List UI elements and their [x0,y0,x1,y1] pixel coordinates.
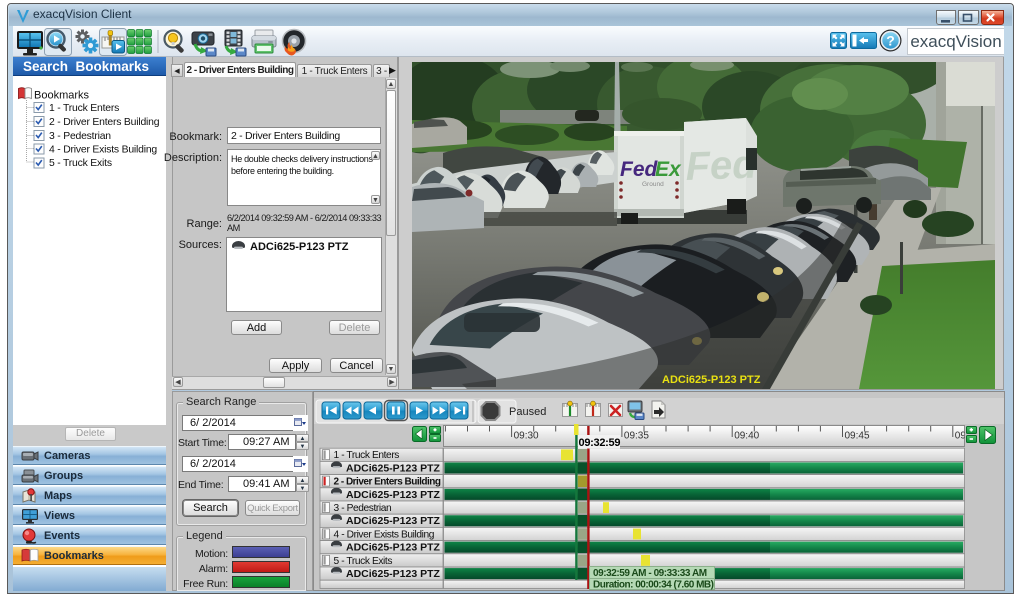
svg-text:5 - Truck Exits: 5 - Truck Exits [334,556,393,567]
svg-text:09:32:59: 09:32:59 [579,437,621,449]
svg-text:2 - Driver Enters Building: 2 - Driver Enters Building [334,477,441,488]
svg-text:Fed: Fed [620,158,659,181]
svg-text:4 - Driver Exists Building: 4 - Driver Exists Building [49,145,157,156]
svg-text:09:30: 09:30 [514,431,539,442]
svg-text:ADCi625-P123 PTZ: ADCi625-P123 PTZ [346,489,441,501]
svg-text:09:32:59 AM - 09:33:33 AM: 09:32:59 AM - 09:33:33 AM [593,568,707,579]
svg-text:1 - Truck Enters: 1 - Truck Enters [49,103,119,114]
svg-text:09:35: 09:35 [624,431,649,442]
svg-text:5 - Truck Exits: 5 - Truck Exits [49,158,112,169]
svg-text:1 - Truck Enters: 1 - Truck Enters [334,450,400,461]
svg-text:3 - Pedestrian: 3 - Pedestrian [49,131,111,142]
svg-text:ADCi625-P123 PTZ: ADCi625-P123 PTZ [346,568,441,580]
svg-text:ADCi625-P123 PTZ: ADCi625-P123 PTZ [346,462,441,474]
svg-text:2 - Driver Enters Building: 2 - Driver Enters Building [49,117,160,128]
svg-text:?: ? [886,33,895,49]
svg-text:09:45: 09:45 [845,431,870,442]
svg-text:ADCi625-P123 PTZ: ADCi625-P123 PTZ [346,542,441,554]
svg-text:3 - Pedestrian: 3 - Pedestrian [334,503,392,514]
svg-text:ADCi625-P123 PTZ: ADCi625-P123 PTZ [346,515,441,527]
svg-text:Ex: Ex [655,158,682,181]
svg-text:Paused: Paused [509,406,546,418]
svg-text:Ground: Ground [642,181,664,188]
svg-text:Bookmarks: Bookmarks [34,90,90,102]
svg-text:exacqVision: exacqVision [910,32,1001,51]
svg-text:09:40: 09:40 [734,431,759,442]
svg-text:ADCi625-P123 PTZ: ADCi625-P123 PTZ [662,374,761,386]
svg-text:4 - Driver Exists Building: 4 - Driver Exists Building [334,529,435,540]
svg-text:Duration: 00:00:34 (7.60 MB): Duration: 00:00:34 (7.60 MB) [593,580,714,591]
